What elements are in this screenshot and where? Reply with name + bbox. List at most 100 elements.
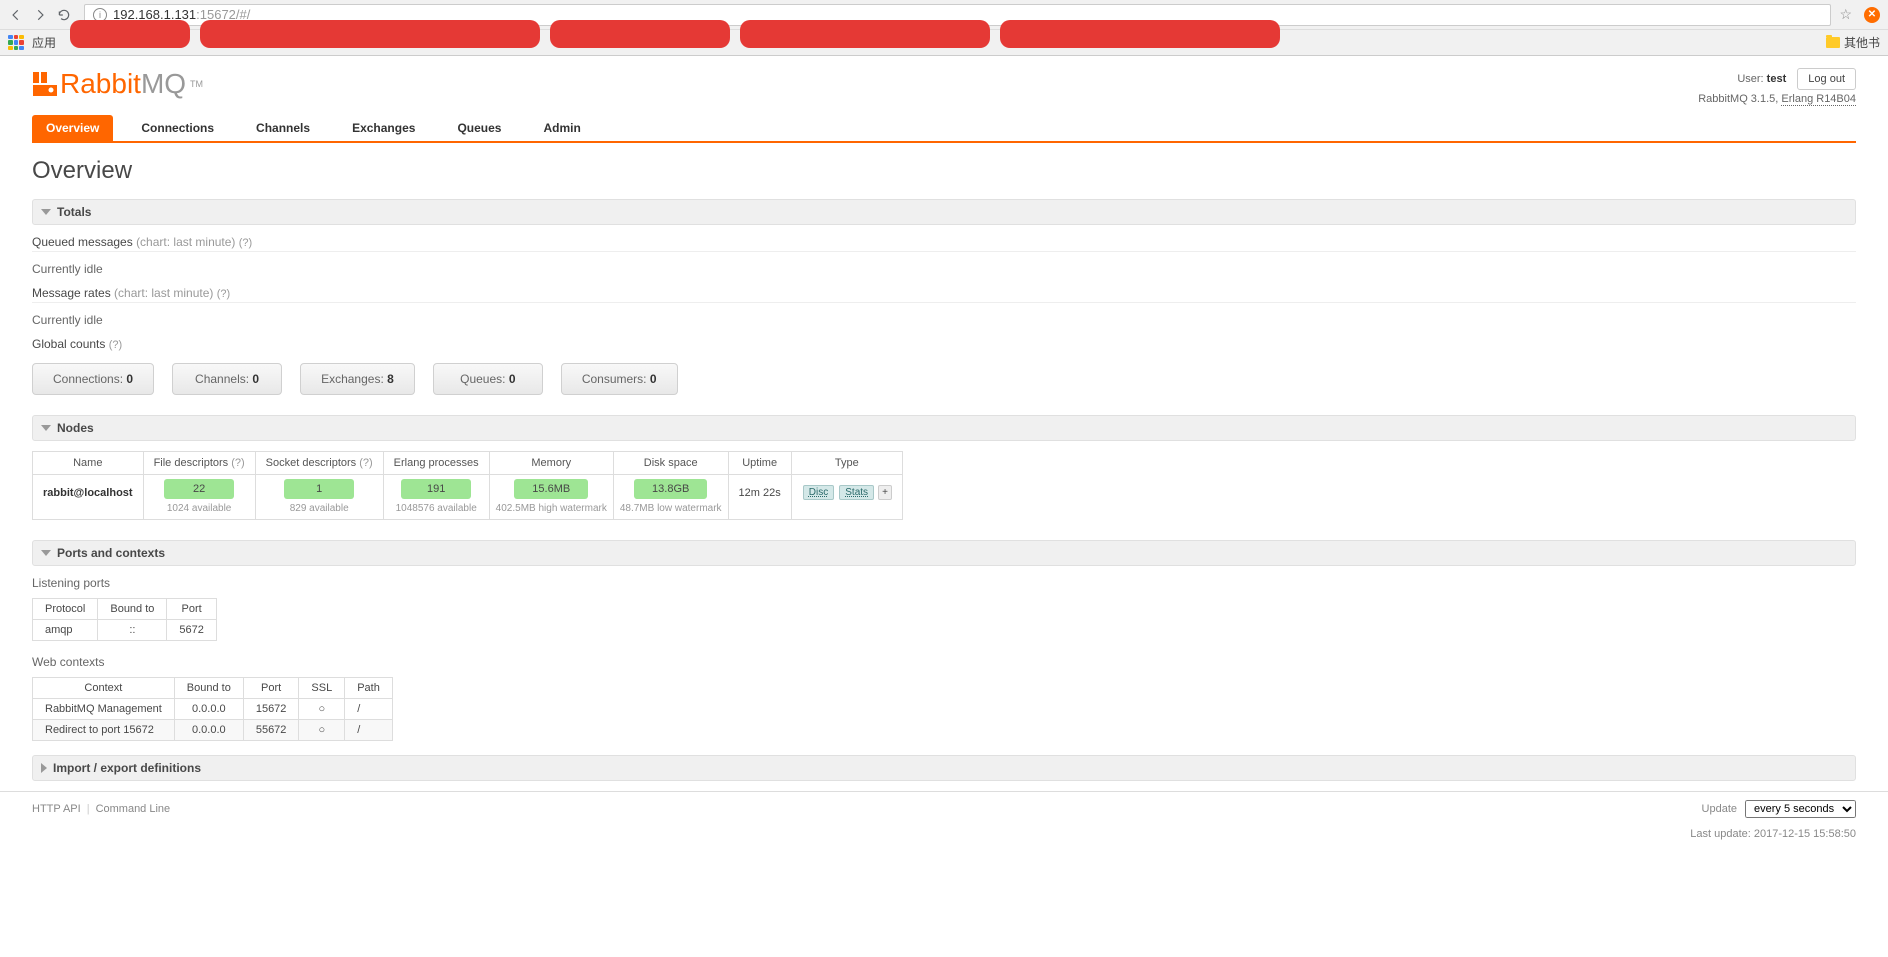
tag-stats[interactable]: Stats (839, 485, 874, 500)
disk-sub: 48.7MB low watermark (614, 503, 728, 519)
page-header: RabbitMQ TM User: test Log out RabbitMQ … (32, 68, 1856, 105)
col-uptime: Uptime (728, 452, 791, 475)
redaction (70, 20, 190, 48)
http-api-link[interactable]: HTTP API (32, 803, 81, 815)
cell-port: 5672 (167, 620, 216, 641)
bookmark-star-icon[interactable]: ☆ (1839, 6, 1852, 23)
col-port: Port (167, 599, 216, 620)
disk-value: 13.8GB (634, 479, 707, 499)
rates-idle: Currently idle (32, 313, 1856, 327)
sd-sub: 829 available (256, 503, 383, 519)
uptime: 12m 22s (728, 475, 791, 520)
section-ports[interactable]: Ports and contexts (32, 540, 1856, 566)
col-mem: Memory (489, 452, 613, 475)
tab-queues[interactable]: Queues (443, 115, 515, 141)
table-header-row: Protocol Bound to Port (33, 599, 217, 620)
logo[interactable]: RabbitMQ TM (32, 68, 203, 100)
col-bound: Bound to (98, 599, 167, 620)
tag-disc[interactable]: Disc (803, 485, 834, 500)
footer: HTTP API | Command Line Update every 5 s… (0, 791, 1888, 826)
tag-plus[interactable]: + (878, 485, 892, 500)
col-bound: Bound to (174, 678, 243, 699)
update-interval-select[interactable]: every 5 seconds (1745, 800, 1856, 818)
sd-value: 1 (284, 479, 354, 499)
header-right: User: test Log out RabbitMQ 3.1.5, Erlan… (1698, 68, 1856, 105)
user-info: User: test Log out (1698, 68, 1856, 90)
col-path: Path (345, 678, 393, 699)
section-import-export[interactable]: Import / export definitions (32, 755, 1856, 781)
count-consumers[interactable]: Consumers: 0 (561, 363, 678, 395)
caret-down-icon (41, 550, 51, 556)
message-rates-label: Message rates (chart: last minute) (?) (32, 286, 1856, 303)
cell-port: 15672 (243, 699, 299, 720)
count-exchanges[interactable]: Exchanges: 8 (300, 363, 415, 395)
command-line-link[interactable]: Command Line (96, 803, 171, 815)
fd-value: 22 (164, 479, 234, 499)
queued-messages-label: Queued messages (chart: last minute) (?) (32, 235, 1856, 252)
cell-context: Redirect to port 15672 (33, 720, 175, 741)
tabs: Overview Connections Channels Exchanges … (32, 115, 1856, 143)
help-icon[interactable]: (?) (217, 288, 230, 300)
cell-ssl: ○ (299, 720, 345, 741)
section-totals[interactable]: Totals (32, 199, 1856, 225)
count-connections[interactable]: Connections: 0 (32, 363, 154, 395)
other-bookmarks-label: 其他书 (1844, 34, 1880, 51)
cell-ssl: ○ (299, 699, 345, 720)
listening-ports-title: Listening ports (32, 576, 1856, 590)
col-ssl: SSL (299, 678, 345, 699)
totals-heading: Totals (57, 205, 91, 219)
nodes-table: Name File descriptors (?) Socket descrip… (32, 451, 903, 520)
tab-channels[interactable]: Channels (242, 115, 324, 141)
table-header-row: Context Bound to Port SSL Path (33, 678, 393, 699)
caret-down-icon (41, 425, 51, 431)
help-icon[interactable]: (?) (109, 339, 122, 351)
mem-sub: 402.5MB high watermark (490, 503, 613, 519)
table-row: rabbit@localhost 22 1024 available 1 829 a… (33, 475, 903, 520)
web-contexts-title: Web contexts (32, 655, 1856, 669)
fd-sub: 1024 available (144, 503, 255, 519)
web-contexts-table: Context Bound to Port SSL Path RabbitMQ … (32, 677, 393, 741)
global-counts: Connections: 0 Channels: 0 Exchanges: 8 … (32, 363, 1856, 395)
queued-idle: Currently idle (32, 262, 1856, 276)
cell-protocol: amqp (33, 620, 98, 641)
node-type: Disc Stats + (791, 475, 902, 520)
ep-value: 191 (401, 479, 471, 499)
col-fd: File descriptors (?) (143, 452, 255, 475)
table-row: amqp :: 5672 (33, 620, 217, 641)
extension-icon[interactable]: ✕ (1864, 7, 1880, 23)
folder-icon (1826, 37, 1840, 48)
back-icon[interactable] (8, 7, 24, 23)
col-port: Port (243, 678, 299, 699)
tab-overview[interactable]: Overview (32, 115, 113, 141)
redaction (740, 20, 990, 48)
reload-icon[interactable] (56, 7, 72, 23)
logo-trademark: TM (190, 79, 203, 89)
forward-icon[interactable] (32, 7, 48, 23)
count-channels[interactable]: Channels: 0 (172, 363, 282, 395)
apps-label[interactable]: 应用 (32, 34, 56, 51)
redaction (1000, 20, 1280, 48)
apps-icon[interactable] (8, 35, 24, 51)
table-row: RabbitMQ Management 0.0.0.0 15672 ○ / (33, 699, 393, 720)
tab-exchanges[interactable]: Exchanges (338, 115, 429, 141)
logout-button[interactable]: Log out (1797, 68, 1856, 90)
other-bookmarks[interactable]: 其他书 (1826, 34, 1880, 51)
erlang-link[interactable]: Erlang R14B04 (1781, 93, 1856, 106)
section-nodes[interactable]: Nodes (32, 415, 1856, 441)
col-name: Name (33, 452, 144, 475)
help-icon[interactable]: (?) (239, 237, 252, 249)
import-export-heading: Import / export definitions (53, 761, 201, 775)
redaction (200, 20, 540, 48)
cell-bound: 0.0.0.0 (174, 699, 243, 720)
col-disk: Disk space (613, 452, 728, 475)
cell-bound: 0.0.0.0 (174, 720, 243, 741)
table-row: Redirect to port 15672 0.0.0.0 55672 ○ / (33, 720, 393, 741)
count-queues[interactable]: Queues: 0 (433, 363, 543, 395)
cell-context: RabbitMQ Management (33, 699, 175, 720)
ports-heading: Ports and contexts (57, 546, 165, 560)
node-name[interactable]: rabbit@localhost (33, 475, 144, 520)
tab-admin[interactable]: Admin (529, 115, 594, 141)
col-context: Context (33, 678, 175, 699)
tab-connections[interactable]: Connections (127, 115, 228, 141)
col-type: Type (791, 452, 902, 475)
